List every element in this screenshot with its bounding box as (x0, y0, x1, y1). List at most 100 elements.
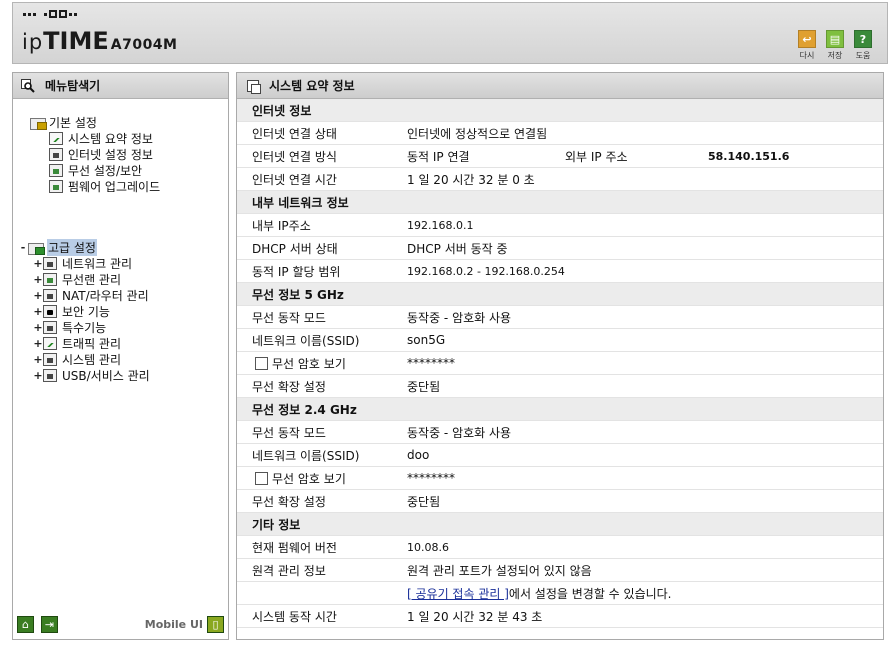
remote-link-text: [ 공유기 접속 관리 ]에서 설정을 변경할 수 있습니다. (407, 585, 672, 602)
wireless-icon (43, 272, 57, 286)
label: 무선 동작 모드 (252, 425, 326, 440)
usb-icon (43, 368, 57, 382)
expand-toggle[interactable]: + (33, 257, 43, 270)
label: 인터넷 연결 시간 (252, 172, 337, 187)
tree-item-label: 특수기능 (62, 320, 107, 335)
tree-advanced-settings[interactable]: - 고급 설정 (18, 238, 97, 256)
tree-advanced-label: 고급 설정 (47, 238, 97, 256)
label: 내부 IP주소 (252, 218, 311, 233)
show-password-24ghz[interactable]: 무선 암호 보기 (237, 470, 407, 487)
logout-icon[interactable]: ⇥ (41, 616, 58, 633)
label: 원격 관리 정보 (252, 563, 326, 578)
tree-item-security[interactable]: + 보안 기능 (33, 303, 110, 319)
value: 인터넷에 정상적으로 연결됨 (407, 126, 548, 141)
reload-label: 다시 (799, 51, 815, 60)
tree-item-label: 인터넷 설정 정보 (68, 147, 153, 162)
row-wifi24-password: 무선 암호 보기 ******** (237, 467, 883, 490)
expand-toggle[interactable]: + (33, 353, 43, 366)
row-wifi5-mode: 무선 동작 모드 동작중 - 암호화 사용 (237, 306, 883, 329)
system-summary-panel: 시스템 요약 정보 인터넷 정보 인터넷 연결 상태 인터넷에 정상적으로 연결… (236, 72, 884, 640)
expand-toggle[interactable]: + (33, 273, 43, 286)
tree-item-nat-router[interactable]: + NAT/라우터 관리 (33, 287, 149, 303)
remote-link-suffix: 에서 설정을 변경할 수 있습니다. (508, 586, 672, 601)
model-name: A7004M (110, 37, 178, 53)
tree-item-usb-service[interactable]: + USB/서비스 관리 (33, 367, 150, 383)
help-label: 도움 (855, 51, 871, 60)
value: 1 일 20 시간 32 분 0 초 (407, 172, 535, 187)
row-ip-range: 동적 IP 할당 범위 192.168.0.2 - 192.168.0.254 (237, 260, 883, 283)
brand-ip: ip (22, 30, 44, 54)
save-button[interactable]: ▤ 저장 (825, 30, 845, 61)
help-button[interactable]: ? 도움 (853, 30, 873, 61)
collapse-toggle[interactable]: - (18, 241, 28, 254)
section-wifi-5ghz: 무선 정보 5 GHz (237, 283, 883, 306)
row-remote-link: [ 공유기 접속 관리 ]에서 설정을 변경할 수 있습니다. (237, 582, 883, 605)
save-label: 저장 (827, 51, 843, 60)
tree-item-traffic[interactable]: + 트래픽 관리 (33, 335, 121, 351)
expand-toggle[interactable]: + (33, 337, 43, 350)
tree-item-wlan[interactable]: + 무선랜 관리 (33, 271, 121, 287)
tree-item-network[interactable]: + 네트워크 관리 (33, 255, 132, 271)
ext-ip-value: 58.140.151.6 (708, 149, 790, 163)
row-wifi24-ssid: 네트워크 이름(SSID) doo (237, 444, 883, 467)
expand-toggle[interactable]: + (33, 305, 43, 318)
tree-item-wireless-security[interactable]: 무선 설정/보안 (49, 162, 142, 178)
chart-icon (49, 131, 63, 145)
mobile-icon[interactable]: ▯ (207, 616, 224, 633)
mobile-ui-label[interactable]: Mobile UI (145, 618, 203, 631)
expand-toggle[interactable]: + (33, 369, 43, 382)
save-icon[interactable]: ▤ (826, 30, 844, 48)
row-remote: 원격 관리 정보 원격 관리 포트가 설정되어 있지 않음 (237, 559, 883, 582)
expand-toggle[interactable]: + (33, 289, 43, 302)
tree-item-internet-settings[interactable]: 인터넷 설정 정보 (49, 146, 153, 162)
expand-toggle[interactable]: + (33, 321, 43, 334)
help-icon[interactable]: ? (854, 30, 872, 48)
tree-item-label: 네트워크 관리 (62, 256, 133, 271)
lock-icon (43, 304, 57, 318)
tree-item-system[interactable]: + 시스템 관리 (33, 351, 121, 367)
show-password-checkbox[interactable] (255, 471, 268, 485)
row-internet-method: 인터넷 연결 방식 동적 IP 연결 외부 IP 주소 58.140.151.6 (237, 145, 883, 168)
value: 192.168.0.1 (407, 218, 474, 232)
brand-time: TIME (43, 27, 109, 55)
label: 인터넷 연결 방식 (252, 149, 337, 164)
reload-button[interactable]: ↩ 다시 (797, 30, 817, 61)
value: son5G (407, 333, 446, 347)
label: 현재 펌웨어 버전 (252, 540, 337, 555)
row-firmware: 현재 펌웨어 버전 10.08.6 (237, 536, 883, 559)
tree-item-label: USB/서비스 관리 (62, 368, 150, 383)
label: 시스템 동작 시간 (252, 609, 337, 624)
router-access-link[interactable]: [ 공유기 접속 관리 ] (407, 587, 509, 601)
value: 192.168.0.2 - 192.168.0.254 (407, 264, 565, 278)
pages-icon (247, 79, 261, 94)
value: 원격 관리 포트가 설정되어 있지 않음 (407, 563, 592, 578)
logo-dots-icon (23, 10, 77, 18)
show-password-checkbox[interactable] (255, 356, 268, 370)
home-icon[interactable]: ⌂ (17, 616, 34, 633)
tree-item-system-summary[interactable]: 시스템 요약 정보 (49, 130, 153, 146)
reload-icon[interactable]: ↩ (798, 30, 816, 48)
tree-item-label: 펌웨어 업그레이드 (68, 179, 161, 194)
label: 무선 암호 보기 (272, 356, 346, 371)
tree-item-label: 트래픽 관리 (62, 336, 122, 351)
header-buttons: ↩ 다시 ▤ 저장 ? 도움 (797, 30, 873, 61)
value: 중단됨 (407, 494, 441, 509)
show-password-5ghz[interactable]: 무선 암호 보기 (237, 355, 407, 372)
tree-item-firmware-upgrade[interactable]: 펌웨어 업그레이드 (49, 178, 160, 194)
section-etc: 기타 정보 (237, 513, 883, 536)
special-icon (43, 320, 57, 334)
tree-item-special[interactable]: + 특수기능 (33, 319, 106, 335)
row-internet-status: 인터넷 연결 상태 인터넷에 정상적으로 연결됨 (237, 122, 883, 145)
value: DHCP 서버 동작 중 (407, 241, 508, 256)
tree-item-label: 무선랜 관리 (62, 272, 122, 287)
value: ******** (407, 356, 455, 370)
section-lan: 내부 네트워크 정보 (237, 191, 883, 214)
label: 네트워크 이름(SSID) (252, 333, 360, 348)
label: DHCP 서버 상태 (252, 241, 338, 256)
label: 네트워크 이름(SSID) (252, 448, 360, 463)
row-dhcp: DHCP 서버 상태 DHCP 서버 동작 중 (237, 237, 883, 260)
row-wifi5-ssid: 네트워크 이름(SSID) son5G (237, 329, 883, 352)
value: 동작중 - 암호화 사용 (407, 310, 512, 325)
tree-basic-settings[interactable]: 기본 설정 (30, 114, 97, 130)
row-internet-time: 인터넷 연결 시간 1 일 20 시간 32 분 0 초 (237, 168, 883, 191)
